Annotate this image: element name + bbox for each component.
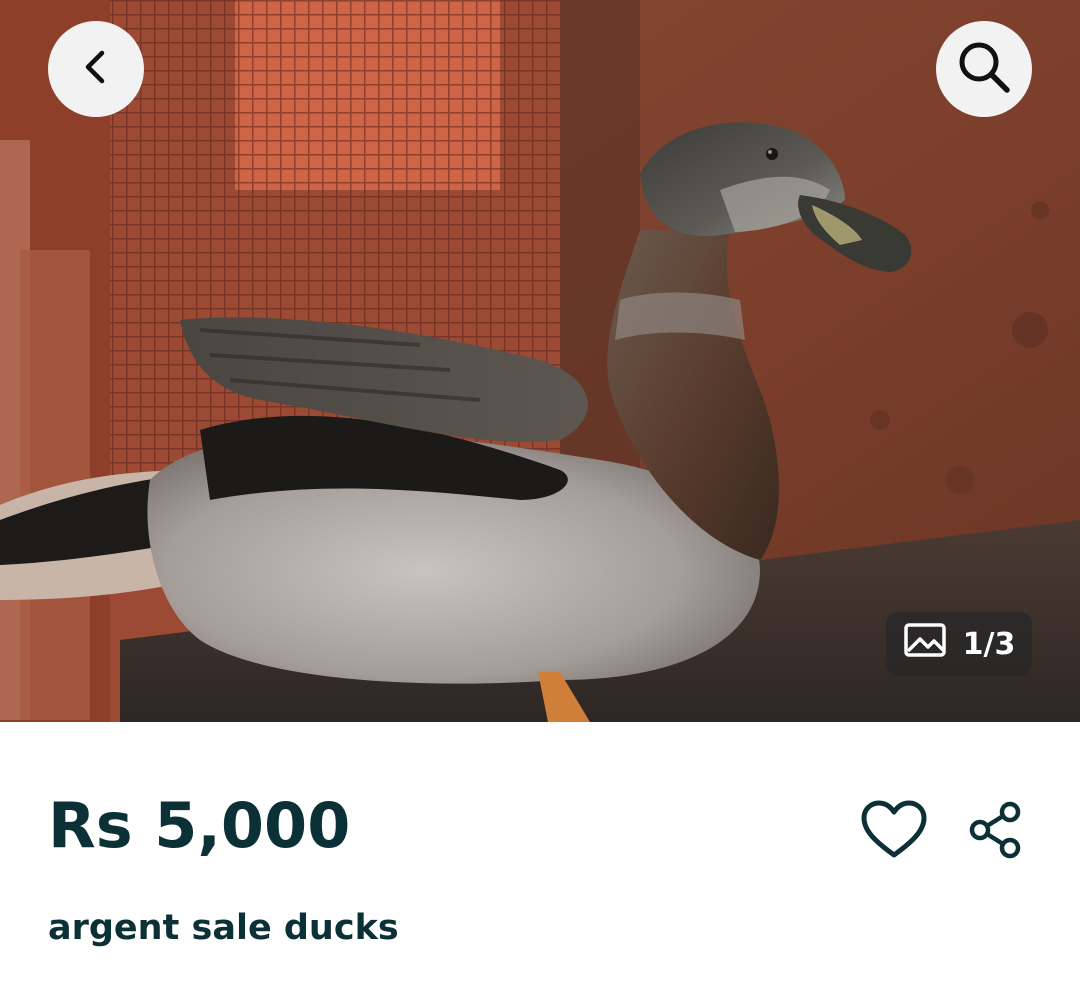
search-icon — [955, 38, 1013, 101]
share-button[interactable] — [960, 796, 1032, 868]
image-counter: 1/3 — [886, 612, 1032, 676]
listing-title: argent sale ducks — [48, 908, 399, 948]
listing-price: Rs 5,000 — [48, 789, 351, 862]
search-button[interactable] — [936, 21, 1032, 117]
listing-details: Rs 5,000 argent sale ducks — [0, 722, 1080, 994]
back-button[interactable] — [48, 21, 144, 117]
share-icon — [966, 800, 1026, 865]
image-counter-text: 1/3 — [962, 626, 1016, 662]
favorite-button[interactable] — [858, 796, 930, 868]
image-icon — [903, 622, 947, 666]
chevron-left-icon — [76, 47, 116, 92]
listing-photo[interactable]: 1/3 — [0, 0, 1080, 722]
heart-icon — [860, 800, 928, 865]
